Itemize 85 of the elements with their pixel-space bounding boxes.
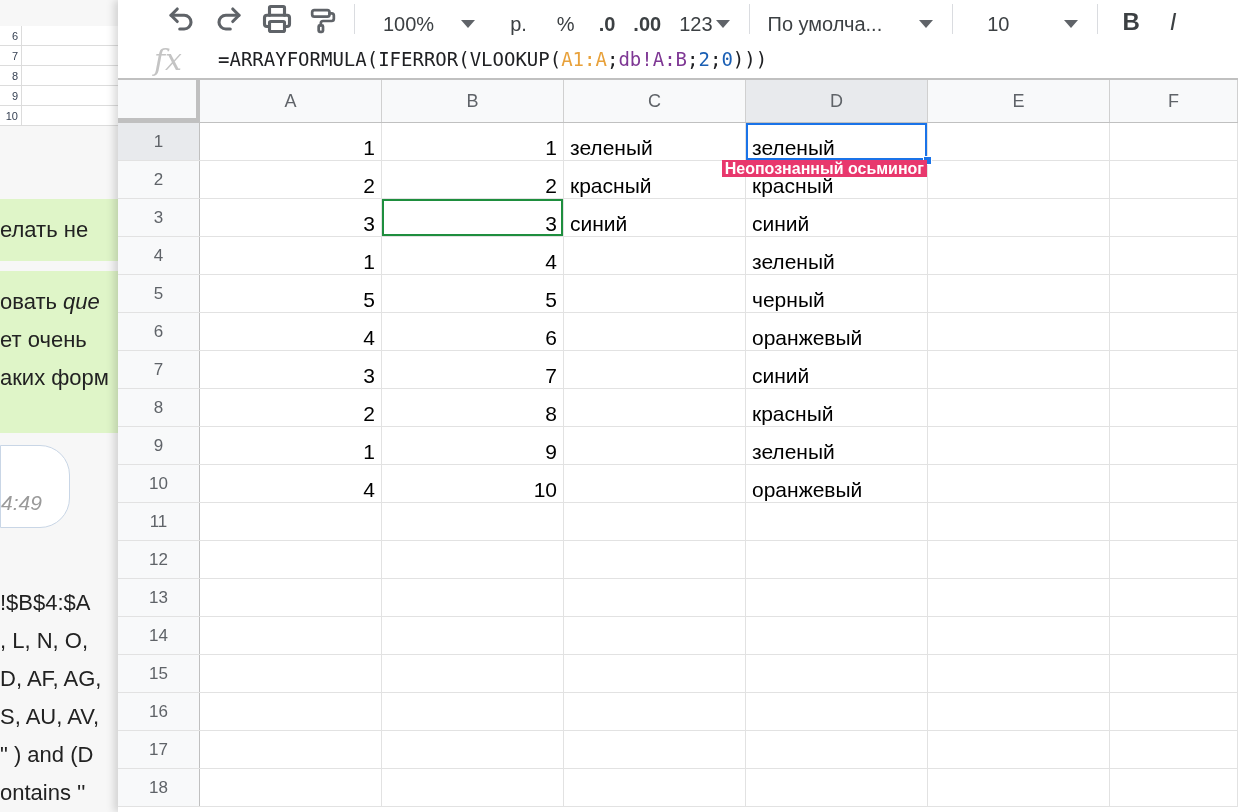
- table-cell[interactable]: красный: [746, 389, 927, 426]
- table-cell[interactable]: синий: [564, 199, 745, 236]
- table-cell[interactable]: 4: [200, 313, 381, 350]
- row-header[interactable]: 5: [118, 275, 200, 312]
- message-text: елать не: [0, 215, 90, 244]
- print-icon[interactable]: [262, 4, 292, 34]
- table-cell[interactable]: 3: [200, 351, 381, 388]
- increase-decimal-button[interactable]: .00: [633, 14, 662, 34]
- table-cell[interactable]: 7: [382, 351, 563, 388]
- font-dropdown[interactable]: По умолча...: [767, 14, 935, 34]
- table-cell[interactable]: 9: [382, 427, 563, 464]
- table-cell[interactable]: зеленый: [746, 427, 927, 464]
- table-cell[interactable]: черный: [746, 275, 927, 312]
- table-cell[interactable]: оранжевый: [746, 313, 927, 350]
- row-number: 6: [0, 25, 22, 45]
- message-text: овать que: [0, 287, 101, 316]
- table-cell[interactable]: синий: [746, 351, 927, 388]
- selected-cell[interactable]: 3: [382, 199, 563, 236]
- message-text: ет очень: [0, 325, 88, 354]
- message-text: S, AU, AV,: [0, 703, 101, 731]
- row-header[interactable]: 7: [118, 351, 200, 388]
- table-cell[interactable]: 4: [200, 465, 381, 502]
- caret-icon: [460, 19, 477, 29]
- table-cell[interactable]: 1: [382, 123, 563, 160]
- caret-icon: [714, 19, 731, 29]
- row-number: 8: [0, 65, 22, 85]
- number-format-dropdown[interactable]: 123: [679, 14, 731, 34]
- row-header[interactable]: 3: [118, 199, 200, 236]
- decrease-decimal-button[interactable]: .0: [598, 14, 616, 34]
- table-cell[interactable]: синий: [746, 199, 927, 236]
- table-cell[interactable]: 3: [200, 199, 381, 236]
- table-cell[interactable]: 1: [200, 237, 381, 274]
- table-cell[interactable]: зеленый: [564, 123, 745, 160]
- message-text: " ) and (D: [0, 741, 95, 769]
- row-header[interactable]: 8: [118, 389, 200, 426]
- zoom-dropdown[interactable]: 100%: [373, 14, 487, 34]
- italic-button[interactable]: I: [1163, 10, 1183, 34]
- column-header[interactable]: D: [746, 80, 928, 122]
- row-header[interactable]: 16: [118, 693, 200, 730]
- table-cell[interactable]: 2: [200, 161, 381, 198]
- currency-button[interactable]: р.: [504, 14, 533, 34]
- table-cell[interactable]: 1: [200, 427, 381, 464]
- function-icon: fx: [118, 36, 218, 82]
- caret-icon: [918, 19, 935, 29]
- row-header[interactable]: 15: [118, 655, 200, 692]
- row-header[interactable]: 18: [118, 769, 200, 806]
- row-number: 7: [0, 45, 22, 65]
- message-text: 4:49: [1, 490, 43, 517]
- row-header[interactable]: 1: [118, 123, 200, 160]
- message-text: , L, N, O,: [0, 627, 90, 655]
- table-cell[interactable]: 5: [200, 275, 381, 312]
- row-header[interactable]: 17: [118, 731, 200, 768]
- caret-icon: [1063, 19, 1080, 29]
- message-text: аких форм: [0, 363, 110, 392]
- message-text: !$B$4:$A: [0, 589, 92, 617]
- message-text: ontains '': [0, 779, 87, 807]
- row-header[interactable]: 10: [118, 465, 200, 502]
- row-header[interactable]: 13: [118, 579, 200, 616]
- table-cell[interactable]: оранжевый: [746, 465, 927, 502]
- row-header[interactable]: 14: [118, 617, 200, 654]
- row-header[interactable]: 12: [118, 541, 200, 578]
- row-header[interactable]: 2: [118, 161, 200, 198]
- row-number: 10: [0, 105, 22, 125]
- row-header[interactable]: 9: [118, 427, 200, 464]
- row-header[interactable]: 4: [118, 237, 200, 274]
- table-cell[interactable]: 2: [200, 389, 381, 426]
- table-cell[interactable]: 2: [382, 161, 563, 198]
- selected-cell[interactable]: зеленый: [746, 123, 927, 160]
- percent-button[interactable]: %: [550, 14, 581, 34]
- table-cell[interactable]: зеленый: [746, 237, 927, 274]
- bold-button[interactable]: B: [1116, 10, 1146, 34]
- row-header[interactable]: 11: [118, 503, 200, 540]
- row-header[interactable]: 6: [118, 313, 200, 350]
- row-number: 9: [0, 85, 22, 105]
- table-cell[interactable]: 1: [200, 123, 381, 160]
- paint-format-icon[interactable]: [310, 8, 336, 34]
- font-size-dropdown[interactable]: 10: [971, 14, 1080, 34]
- table-cell[interactable]: 6: [382, 313, 563, 350]
- collaborator-tooltip: Неопознанный осьминог: [721, 160, 927, 177]
- table-cell[interactable]: 4: [382, 237, 563, 274]
- table-cell[interactable]: 10: [382, 465, 563, 502]
- formula-input[interactable]: =ARRAYFORMULA(IFERROR(VLOOKUP(A1:A;db!A:B;2;0))): [218, 44, 768, 74]
- table-cell[interactable]: 5: [382, 275, 563, 312]
- message-text: D, AF, AG,: [0, 665, 103, 693]
- table-cell[interactable]: 8: [382, 389, 563, 426]
